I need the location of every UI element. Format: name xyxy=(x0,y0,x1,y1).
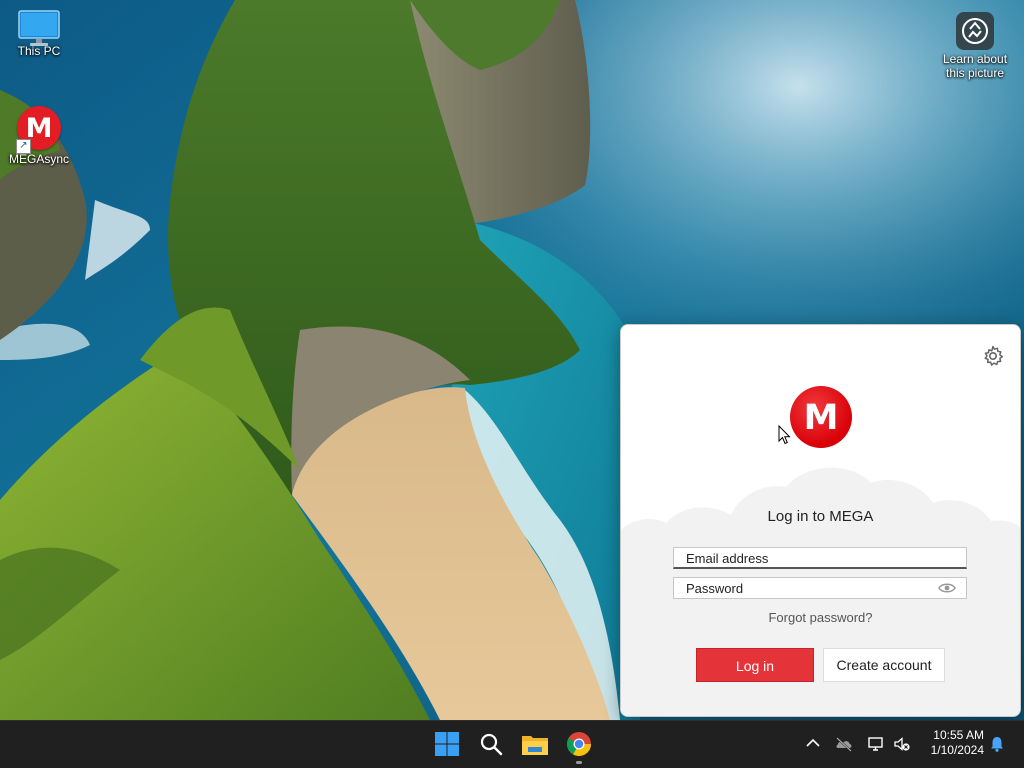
forgot-password-link[interactable]: Forgot password? xyxy=(621,610,1020,625)
mega-logo: M xyxy=(790,386,852,448)
search-button[interactable] xyxy=(476,729,506,759)
network-icon[interactable] xyxy=(867,735,885,753)
learn-about-picture-desktop-icon[interactable]: Learn about this picture xyxy=(934,12,1016,80)
mega-login-window: M Log in to MEGA Forgot password? Log in… xyxy=(620,324,1021,717)
taskbar: 10:55 AM 1/10/2024 xyxy=(0,720,1024,768)
login-title: Log in to MEGA xyxy=(767,508,874,525)
file-explorer-icon xyxy=(522,736,548,755)
running-indicator xyxy=(576,761,582,764)
search-icon xyxy=(480,733,503,756)
chrome-icon xyxy=(566,732,591,757)
password-field-container xyxy=(673,577,967,599)
chrome-button[interactable] xyxy=(564,729,594,764)
mouse-pointer-icon xyxy=(778,425,791,445)
email-field-container xyxy=(673,547,967,569)
onedrive-cloud-icon[interactable] xyxy=(835,735,853,753)
login-button[interactable]: Log in xyxy=(696,648,814,682)
megasync-desktop-icon[interactable]: M ↗ MEGAsync xyxy=(1,106,77,166)
this-pc-desktop-icon[interactable]: This PC xyxy=(1,10,77,58)
file-explorer-button[interactable] xyxy=(520,729,550,759)
clock-time: 10:55 AM xyxy=(933,728,984,742)
show-password-eye-icon[interactable] xyxy=(938,582,956,594)
email-input[interactable] xyxy=(674,549,936,567)
spotlight-camera-icon xyxy=(956,12,994,50)
start-button[interactable] xyxy=(432,729,462,759)
clock-date: 1/10/2024 xyxy=(930,743,984,757)
mega-logo-letter: M xyxy=(803,398,839,438)
show-hidden-icons-chevron-icon[interactable] xyxy=(804,735,822,753)
desktop-icon-label: MEGAsync xyxy=(8,152,69,166)
mega-app-icon: M ↗ xyxy=(16,106,61,154)
system-clock[interactable]: 10:55 AM 1/10/2024 xyxy=(918,728,984,758)
notification-bell-icon[interactable] xyxy=(988,735,1006,753)
create-account-button[interactable]: Create account xyxy=(823,648,945,682)
settings-gear-icon[interactable] xyxy=(981,344,1005,368)
monitor-icon xyxy=(18,10,60,46)
windows-logo-icon xyxy=(435,732,459,756)
password-input[interactable] xyxy=(674,579,936,597)
volume-muted-icon[interactable] xyxy=(893,735,911,753)
desktop-icon-label: Learn about this picture xyxy=(942,52,1008,80)
shortcut-arrow-icon: ↗ xyxy=(16,139,31,154)
